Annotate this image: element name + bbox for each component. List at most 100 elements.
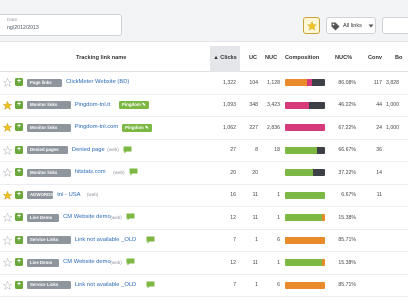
table-row[interactable]: + Service Links Link not available _OLD 7 1 6… <box>0 275 408 297</box>
toolbar-action-button[interactable] <box>382 17 408 34</box>
expand-row-button[interactable]: + <box>15 168 23 176</box>
link-extra-note: (web) <box>113 169 125 175</box>
favorite-star-icon[interactable] <box>3 100 12 110</box>
link-type-badge: Denied pages <box>27 146 68 154</box>
expand-row-button[interactable]: + <box>15 145 23 154</box>
favorite-star-icon[interactable] <box>3 235 12 245</box>
nuc-percent-value: 15.38% <box>338 259 356 266</box>
table-row[interactable]: + Monitor links Pingdom-tnl.com Pingdom ✎ 1,… <box>0 117 408 140</box>
composition-segment <box>309 101 325 109</box>
favorite-star-icon[interactable] <box>3 190 12 200</box>
nuc-percent-value: 86.08% <box>338 79 356 86</box>
tracking-links-table: Tracking link name ▲ Clicks UC NUC Compo… <box>0 46 408 297</box>
links-filter-label: All links <box>343 23 362 29</box>
clicks-value: 1,322 <box>223 79 236 86</box>
tracking-link-name[interactable]: CM Website demo <box>63 259 111 265</box>
link-extra-note: (web) <box>107 147 119 152</box>
expand-row-button[interactable]: + <box>15 190 23 199</box>
nuc-value: 6 <box>277 282 280 288</box>
favorite-star-icon[interactable] <box>3 123 12 132</box>
comment-icon[interactable] <box>123 146 132 154</box>
favorites-filter-button[interactable] <box>303 17 320 34</box>
clicks-value: 20 <box>230 169 236 176</box>
table-row[interactable]: + ADWORDS tnl - USA (web) 16 11 1 6.67% 11 <box>0 185 408 207</box>
comment-icon[interactable] <box>129 168 138 176</box>
favorite-star-icon[interactable] <box>3 168 12 177</box>
link-type-badge: Monitor links <box>27 101 71 109</box>
table-row[interactable]: + Monitor links hitstats.com (web) 20 20 37.22… <box>0 162 408 185</box>
column-header-name[interactable]: Tracking link name <box>76 55 126 61</box>
column-header-nuc[interactable]: NUC <box>265 55 277 61</box>
tracking-link-name[interactable]: Pingdom-tnl.it <box>75 102 110 108</box>
column-header-composition[interactable]: Composition <box>285 55 319 61</box>
uc-value: 348 <box>249 102 258 108</box>
comment-icon[interactable] <box>146 236 155 244</box>
composition-segment <box>285 191 325 199</box>
column-header-last[interactable]: Bo <box>395 55 402 61</box>
composition-segment <box>313 169 325 176</box>
conv-value: 24 <box>376 124 382 131</box>
table-header: Tracking link name ▲ Clicks UC NUC Compo… <box>0 46 408 72</box>
composition-bar <box>285 124 325 131</box>
tracking-link-name[interactable]: Link not available _OLD <box>75 282 137 288</box>
comment-icon[interactable] <box>126 258 135 266</box>
favorite-star-icon[interactable] <box>3 145 12 155</box>
date-range-label: Date <box>7 18 18 23</box>
composition-segment <box>285 214 322 221</box>
expand-row-button[interactable]: + <box>15 100 23 109</box>
column-header-conv[interactable]: Conv <box>368 55 382 61</box>
last-column-value: 1,000 <box>386 124 399 131</box>
table-row[interactable]: + Live Demo CM Website demo (web) 12 11 1 15.38… <box>0 207 408 230</box>
clicks-value: 7 <box>233 282 236 288</box>
tracking-link-name[interactable]: hitstats.com <box>75 169 106 175</box>
expand-row-button[interactable]: + <box>15 235 23 244</box>
nuc-value: 1 <box>277 192 280 198</box>
nuc-percent-value: 37.22% <box>338 169 356 176</box>
composition-segment <box>285 169 313 176</box>
tracking-link-name[interactable]: Denied page <box>72 147 105 153</box>
expand-row-button[interactable]: + <box>15 280 23 289</box>
link-type-badge: ADWORDS <box>27 191 54 199</box>
favorite-star-icon[interactable] <box>3 258 12 267</box>
nuc-percent-value: 6.67% <box>341 192 356 198</box>
table-row[interactable]: + Monitor links Pingdom-tnl.it Pingdom ✎ 1,0… <box>0 95 408 117</box>
tracking-link-name[interactable]: Link not available _OLD <box>75 237 137 243</box>
links-filter-dropdown[interactable]: All links <box>326 17 376 34</box>
nuc-percent-value: 85.71% <box>338 282 356 288</box>
column-header-clicks[interactable]: ▲ Clicks <box>210 46 240 72</box>
table-row[interactable]: + Denied pages Denied page (web) 27 8 18 66.67%… <box>0 140 408 162</box>
link-tag-label: Pingdom <box>124 124 144 130</box>
uc-value: 20 <box>252 169 258 176</box>
link-type-badge: Service Links <box>27 236 71 244</box>
table-row[interactable]: + Service Links Link not available _OLD 7 1 6… <box>0 230 408 252</box>
nuc-percent-value: 46.22% <box>338 102 356 108</box>
composition-segment <box>285 101 309 109</box>
expand-row-button[interactable]: + <box>15 123 23 131</box>
link-extra-note: (web) <box>86 192 99 197</box>
table-row[interactable]: + Live Demo CM Website demo (web) 12 11 1 15.38… <box>0 252 408 275</box>
favorite-star-icon[interactable] <box>3 213 12 222</box>
expand-row-button[interactable]: + <box>15 78 23 86</box>
tracking-link-name[interactable]: ClickMeter Website (BD) <box>66 79 129 85</box>
date-range-input[interactable]: Date ng/2012/2013 <box>0 14 122 36</box>
composition-segment <box>321 259 325 266</box>
table-row[interactable]: + Page links ClickMeter Website (BD) 1,322 1… <box>0 72 408 95</box>
column-header-uc[interactable]: UC <box>249 55 257 61</box>
table-body: + Page links ClickMeter Website (BD) 1,322 1… <box>0 72 408 297</box>
tracking-link-name[interactable]: Pingdom-tnl.com <box>75 124 119 130</box>
uc-value: 11 <box>252 214 258 221</box>
link-tag-label: Pingdom <box>122 102 141 107</box>
tracking-link-name[interactable]: CM Website demo <box>63 214 111 220</box>
tracking-link-name[interactable]: tnl - USA <box>57 192 80 198</box>
comment-icon[interactable] <box>146 281 155 289</box>
favorite-star-icon[interactable] <box>3 78 12 87</box>
chevron-down-icon <box>368 24 374 28</box>
expand-row-button[interactable]: + <box>15 213 23 221</box>
column-header-nuc-pct[interactable]: NUC% <box>335 55 352 61</box>
comment-icon[interactable] <box>126 213 135 221</box>
link-type-badge: Monitor links <box>27 123 71 132</box>
favorite-star-icon[interactable] <box>3 280 12 290</box>
composition-bar <box>285 281 325 289</box>
uc-value: 227 <box>249 124 258 131</box>
expand-row-button[interactable]: + <box>15 258 23 266</box>
